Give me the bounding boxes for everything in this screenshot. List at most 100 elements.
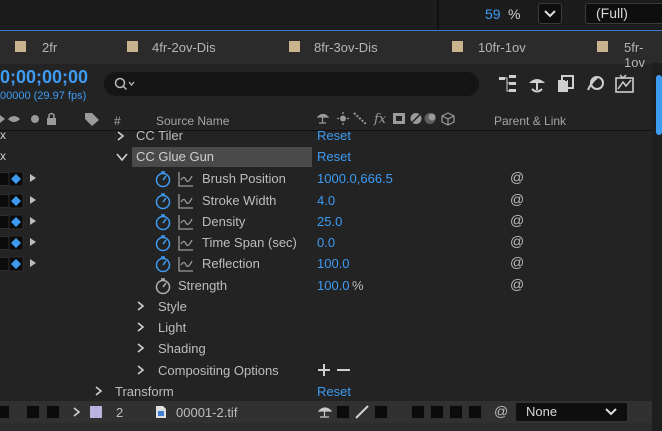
add-remove-mask-icons[interactable] — [318, 364, 352, 376]
effect-row-cc-tiler: x CC Tiler Reset — [0, 126, 662, 147]
resolution-value: (Full) — [596, 5, 628, 21]
tab-4fr-2ov-dis[interactable]: 4fr-2ov-Dis — [152, 40, 216, 55]
keyframe-next-icon[interactable] — [30, 259, 36, 267]
keyframe-diamond-icon[interactable] — [8, 256, 24, 272]
zoom-value[interactable]: 59 — [485, 6, 501, 22]
layer-search-input[interactable] — [104, 72, 479, 96]
tab-color-swatch — [15, 41, 26, 52]
group-name[interactable]: Style — [158, 299, 187, 314]
pick-whip-icon[interactable]: @ — [494, 403, 508, 419]
solo-switch[interactable] — [26, 405, 40, 419]
fx-switch-icon[interactable]: x — [0, 128, 6, 142]
stopwatch-icon[interactable] — [154, 192, 172, 210]
parent-select[interactable]: None — [516, 403, 627, 421]
current-time-display[interactable]: 0;00;00;00 — [0, 67, 88, 88]
tab-8fr-3ov-dis[interactable]: 8fr-3ov-Dis — [314, 40, 378, 55]
property-row-stroke-width: Stroke Width 4.0 @ — [0, 190, 662, 211]
keyframe-next-icon[interactable] — [30, 217, 36, 225]
collapse-switch[interactable] — [336, 405, 350, 419]
stopwatch-icon[interactable] — [154, 234, 172, 252]
frame-rate-label: 00000 (29.97 fps) — [0, 90, 87, 102]
transform-row: Transform Reset — [0, 381, 662, 402]
graph-icon[interactable] — [178, 256, 194, 272]
stopwatch-icon[interactable] — [154, 170, 172, 188]
video-switch[interactable] — [0, 405, 10, 419]
composition-flowchart-icon[interactable] — [498, 74, 518, 94]
property-value[interactable]: 4.0 — [317, 193, 335, 208]
group-row-style: Style — [0, 296, 662, 317]
chevron-right-icon[interactable] — [137, 343, 145, 353]
graph-icon[interactable] — [178, 171, 194, 187]
3d-layer-switch[interactable] — [468, 405, 482, 419]
graph-icon[interactable] — [178, 235, 194, 251]
property-value[interactable]: 1000.0,666.5 — [317, 171, 393, 186]
reset-link[interactable]: Reset — [317, 128, 351, 143]
pick-whip-icon[interactable]: @ — [510, 276, 524, 292]
resolution-select[interactable]: (Full) — [585, 3, 662, 24]
graph-icon[interactable] — [178, 193, 194, 209]
keyframe-next-icon[interactable] — [30, 174, 36, 182]
tab-color-swatch — [289, 41, 300, 52]
chevron-right-icon[interactable] — [95, 386, 103, 396]
group-name[interactable]: Shading — [158, 341, 206, 356]
graph-editor-icon[interactable] — [614, 74, 636, 94]
group-row-compositing-options: Compositing Options — [0, 360, 662, 381]
motion-blur-icon[interactable] — [585, 74, 605, 94]
chevron-right-icon[interactable] — [137, 322, 145, 332]
property-value[interactable]: 100.0 — [317, 256, 350, 271]
layer-number: 2 — [116, 405, 124, 420]
keyframe-diamond-icon[interactable] — [8, 214, 24, 230]
reset-link[interactable]: Reset — [317, 384, 351, 399]
property-value[interactable]: 25.0 — [317, 214, 342, 229]
motion-blur-switch[interactable] — [430, 405, 444, 419]
group-name[interactable]: Compositing Options — [158, 363, 279, 378]
chevron-right-icon[interactable] — [117, 131, 125, 141]
property-value[interactable]: 0.0 — [317, 235, 335, 250]
pick-whip-icon[interactable]: @ — [510, 191, 524, 207]
property-value[interactable]: 100.0 — [317, 278, 350, 293]
graph-icon[interactable] — [178, 214, 194, 230]
effect-name[interactable]: CC Glue Gun — [136, 149, 214, 164]
pick-whip-icon[interactable]: @ — [510, 169, 524, 185]
divider — [437, 0, 439, 30]
effect-name[interactable]: CC Tiler — [136, 128, 183, 143]
keyframe-diamond-icon[interactable] — [8, 235, 24, 251]
chevron-right-icon[interactable] — [137, 301, 145, 311]
pick-whip-icon[interactable]: @ — [510, 254, 524, 270]
property-name: Stroke Width — [202, 193, 277, 208]
layer-name[interactable]: 00001-2.tif — [176, 405, 237, 420]
transform-label[interactable]: Transform — [115, 384, 174, 399]
chevron-right-icon[interactable] — [73, 407, 81, 417]
keyframe-next-icon[interactable] — [30, 196, 36, 204]
adjustment-switch[interactable] — [449, 405, 463, 419]
property-row-reflection: Reflection 100.0 @ — [0, 253, 662, 274]
keyframe-diamond-icon[interactable] — [8, 193, 24, 209]
reset-link[interactable]: Reset — [317, 149, 351, 164]
group-name[interactable]: Light — [158, 320, 186, 335]
shy-layers-icon[interactable] — [527, 74, 547, 94]
keyframe-next-icon[interactable] — [30, 238, 36, 246]
tab-2fr[interactable]: 2fr — [42, 40, 57, 55]
work-area-handle[interactable] — [656, 75, 662, 135]
tab-10fr-1ov[interactable]: 10fr-1ov — [478, 40, 526, 55]
fx-switch-icon[interactable]: x — [0, 149, 6, 163]
frame-blending-icon[interactable] — [556, 74, 576, 94]
search-icon — [114, 77, 135, 91]
property-row-density: Density 25.0 @ — [0, 211, 662, 232]
keyframe-diamond-icon[interactable] — [8, 171, 24, 187]
effect-switch[interactable] — [374, 405, 388, 419]
shy-switch-icon[interactable] — [318, 405, 332, 419]
stopwatch-icon[interactable] — [154, 277, 172, 295]
quality-switch-icon[interactable] — [355, 405, 369, 419]
pick-whip-icon[interactable]: @ — [510, 233, 524, 249]
chevron-down-icon[interactable] — [116, 153, 128, 162]
zoom-dropdown-button[interactable] — [538, 3, 562, 24]
layer-label-color[interactable] — [90, 406, 102, 418]
lock-switch[interactable] — [46, 405, 60, 419]
stopwatch-icon[interactable] — [154, 255, 172, 273]
chevron-right-icon[interactable] — [137, 365, 145, 375]
layer-switches-icons: fx — [317, 112, 455, 126]
stopwatch-icon[interactable] — [154, 213, 172, 231]
pick-whip-icon[interactable]: @ — [510, 212, 524, 228]
frame-blend-switch[interactable] — [411, 405, 425, 419]
